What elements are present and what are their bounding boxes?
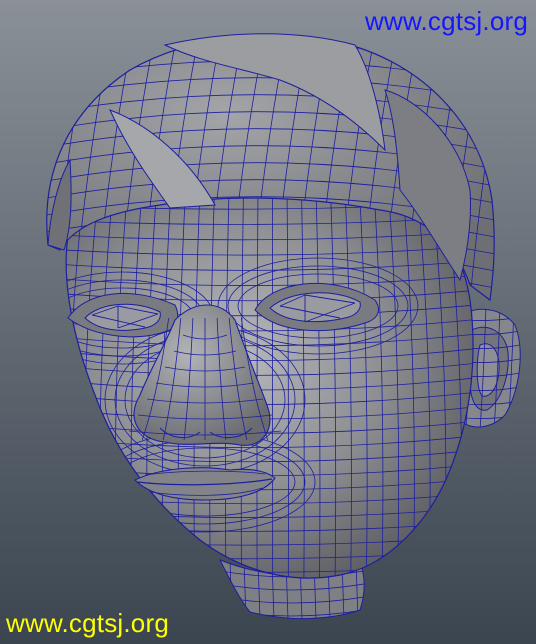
3d-viewport[interactable]: www.cgtsj.org www.cgtsj.org: [0, 0, 536, 644]
watermark-bottom: www.cgtsj.org: [6, 608, 169, 638]
watermark-top: www.cgtsj.org: [365, 6, 528, 36]
head-model-wireframe[interactable]: [0, 0, 536, 644]
